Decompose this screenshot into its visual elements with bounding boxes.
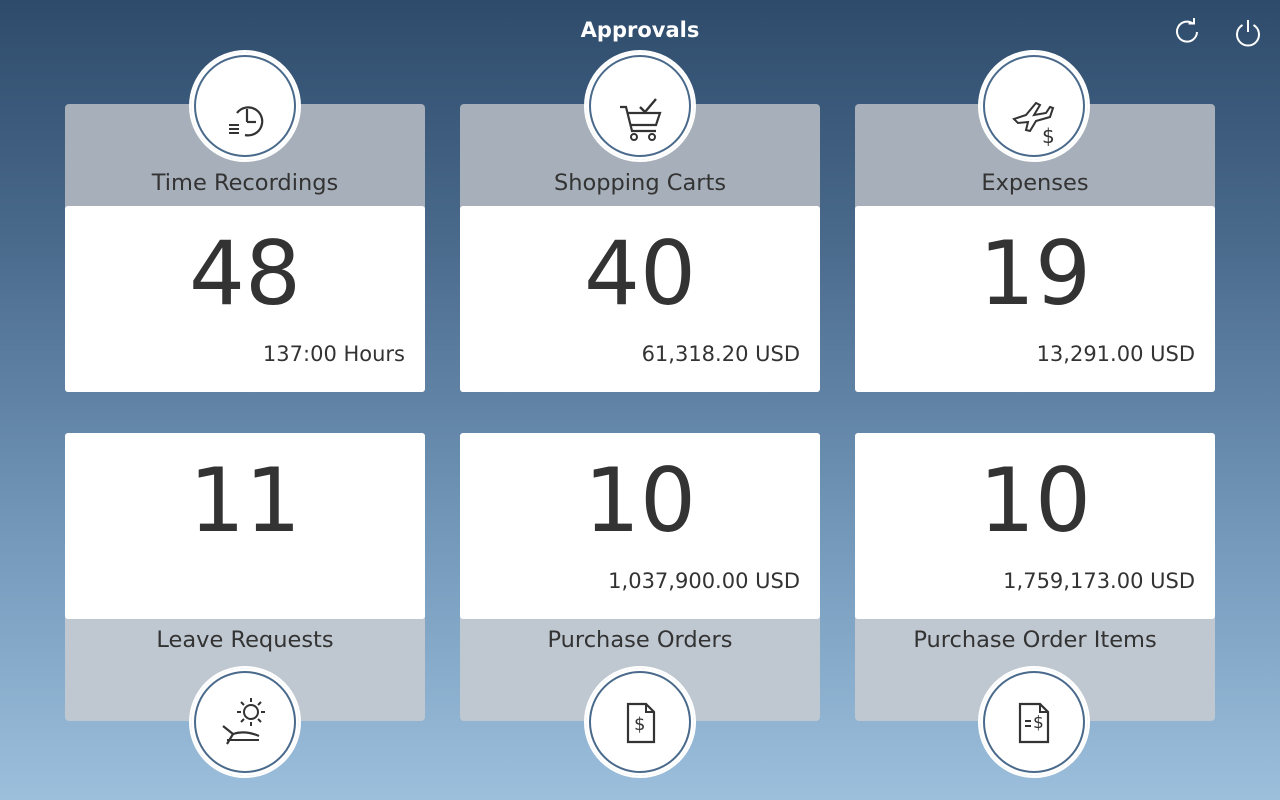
tile-count: 10 [584,449,696,552]
tile-count: 40 [584,222,696,325]
tile-label: Shopping Carts [553,170,727,196]
tile-card: 10 1,037,900.00 USD [460,433,820,619]
tile-label: Time Recordings [151,170,339,196]
tile-card: 40 61,318.20 USD [460,206,820,392]
cart-check-icon [620,98,662,141]
svg-text:$: $ [1033,713,1044,733]
power-icon [1236,20,1260,47]
tile-count: 11 [189,449,301,552]
tile-count: 10 [979,449,1091,552]
document-dollar-icon: $ [626,702,656,744]
shopping-carts-icon-badge [584,50,696,162]
lounge-chair-sun-icon [222,698,265,745]
tile-subtext: 1,759,173.00 USD [1003,569,1195,593]
tile-label: Leave Requests [156,627,334,653]
tile-count: 48 [189,222,301,325]
tile-card: 48 137:00 Hours [65,206,425,392]
tile-card: 10 1,759,173.00 USD [855,433,1215,619]
svg-text:$: $ [1042,124,1055,148]
tile-subtext: 137:00 Hours [262,342,405,366]
refresh-icon [1176,18,1198,43]
page-title: Approvals [580,18,700,42]
power-button[interactable] [1230,14,1266,50]
tile-subtext: 61,318.20 USD [641,342,800,366]
tile-label: Purchase Order Items [913,627,1157,653]
time-recordings-icon-badge [189,50,301,162]
purchase-orders-icon-badge: $ [584,666,696,778]
tile-label: Purchase Orders [547,627,733,653]
svg-text:$: $ [634,714,645,735]
tile-count: 19 [979,222,1091,325]
clock-list-icon [229,106,264,137]
leave-requests-icon-badge [189,666,301,778]
tile-card: 11 [65,433,425,619]
refresh-button[interactable] [1170,14,1206,50]
tile-subtext: 13,291.00 USD [1036,342,1195,366]
tile-card: 19 13,291.00 USD [855,206,1215,392]
expenses-icon-badge: $ [978,50,1090,162]
plane-dollar-icon: $ [1012,101,1055,148]
purchase-order-items-icon-badge: $ [978,666,1090,778]
document-lines-dollar-icon: $ [1018,702,1050,744]
tile-label: Expenses [981,170,1089,196]
tile-subtext: 1,037,900.00 USD [608,569,800,593]
